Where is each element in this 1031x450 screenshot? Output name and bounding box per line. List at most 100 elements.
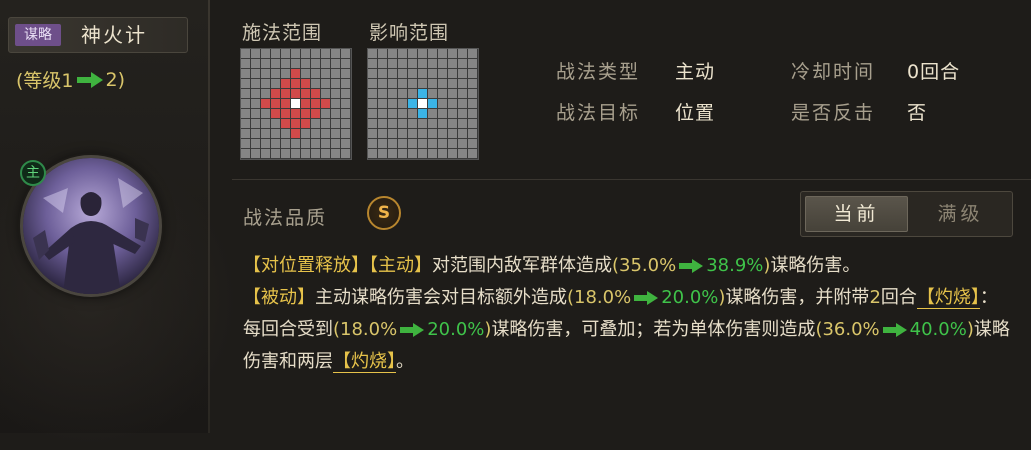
range-cell (388, 109, 397, 118)
arrow-right-icon (400, 323, 425, 337)
range-cell (458, 49, 467, 58)
range-cell (331, 49, 340, 58)
counterattack-value: 否 (907, 102, 928, 124)
range-cell (378, 139, 387, 148)
range-cell (341, 109, 350, 118)
level-upgrade: (等级1 2) (16, 66, 125, 93)
range-cell (418, 59, 427, 68)
burn-status-link[interactable]: 【灼烧】 (916, 287, 980, 309)
cast-range-label: 施法范围 (242, 22, 323, 44)
range-cell (251, 79, 260, 88)
range-cell (378, 109, 387, 118)
range-cell (368, 99, 377, 108)
range-center-cell (418, 99, 427, 108)
range-cell (311, 119, 320, 128)
range-cell (311, 59, 320, 68)
range-cell (378, 89, 387, 98)
range-cell (251, 109, 260, 118)
range-area-cell (311, 99, 320, 108)
range-cell (291, 59, 300, 68)
range-cell (251, 49, 260, 58)
range-cell (301, 59, 310, 68)
range-cell (331, 119, 340, 128)
range-cell (468, 89, 477, 98)
range-cell (428, 59, 437, 68)
effect-range-label: 影响范围 (369, 22, 450, 44)
range-cell (301, 129, 310, 138)
range-cell (428, 139, 437, 148)
range-cell (271, 69, 280, 78)
range-area-cell (321, 99, 330, 108)
range-cell (378, 79, 387, 88)
range-cell (341, 149, 350, 158)
tab-current-level[interactable]: 当前 (805, 196, 908, 232)
range-area-cell (271, 99, 280, 108)
range-cell (458, 119, 467, 128)
tag-position-release: 【对位置释放】 (243, 255, 369, 276)
range-cell (281, 69, 290, 78)
desc-text: 。 (396, 351, 414, 372)
range-cell (418, 49, 427, 58)
range-cell (408, 89, 417, 98)
range-cell (321, 149, 330, 158)
range-cell (271, 59, 280, 68)
range-cell (341, 69, 350, 78)
range-cell (468, 139, 477, 148)
range-cell (428, 79, 437, 88)
range-cell (458, 149, 467, 158)
range-cell (428, 109, 437, 118)
range-cell (281, 49, 290, 58)
skill-type-value: 主动 (675, 61, 716, 83)
range-cell (291, 149, 300, 158)
level-current: (等级1 (16, 70, 74, 92)
range-cell (341, 49, 350, 58)
range-cell (378, 149, 387, 158)
range-cell (428, 69, 437, 78)
range-area-cell (281, 119, 290, 128)
range-cell (241, 139, 250, 148)
range-cell (438, 79, 447, 88)
range-cell (418, 149, 427, 158)
range-cell (408, 59, 417, 68)
range-cell (331, 69, 340, 78)
range-cell (468, 129, 477, 138)
burn-status-link[interactable]: 【灼烧】 (333, 351, 396, 373)
range-cell (241, 109, 250, 118)
tab-max-level[interactable]: 满级 (911, 196, 1010, 232)
range-area-cell (261, 99, 270, 108)
range-area-cell (301, 119, 310, 128)
range-area-cell (418, 89, 427, 98)
range-cell (291, 139, 300, 148)
range-cell (368, 149, 377, 158)
range-cell (301, 69, 310, 78)
range-cell (438, 119, 447, 128)
range-cell (341, 129, 350, 138)
range-cell (448, 139, 457, 148)
range-cell (271, 49, 280, 58)
range-cell (458, 69, 467, 78)
range-cell (271, 129, 280, 138)
range-cell (241, 89, 250, 98)
counterattack-label: 是否反击 (791, 102, 876, 124)
tag-passive: 【被动】 (243, 287, 315, 308)
range-cell (468, 79, 477, 88)
skill-type-tag: 谋略 (15, 24, 61, 46)
range-area-cell (291, 129, 300, 138)
value-base: (18.0% (567, 287, 632, 308)
value-upgraded: 38.9% (706, 255, 764, 276)
desc-text: 谋略伤害，并附带 (725, 287, 870, 308)
rounds-count: 2 (869, 287, 881, 308)
range-cell (251, 59, 260, 68)
range-cell (408, 69, 417, 78)
range-cell (418, 69, 427, 78)
range-cell (408, 139, 417, 148)
range-cell (341, 59, 350, 68)
range-cell (388, 49, 397, 58)
range-cell (378, 49, 387, 58)
range-cell (321, 129, 330, 138)
range-cell (321, 79, 330, 88)
range-area-cell (281, 99, 290, 108)
range-cell (468, 109, 477, 118)
main-general-badge: 主 (20, 160, 46, 186)
range-cell (331, 149, 340, 158)
